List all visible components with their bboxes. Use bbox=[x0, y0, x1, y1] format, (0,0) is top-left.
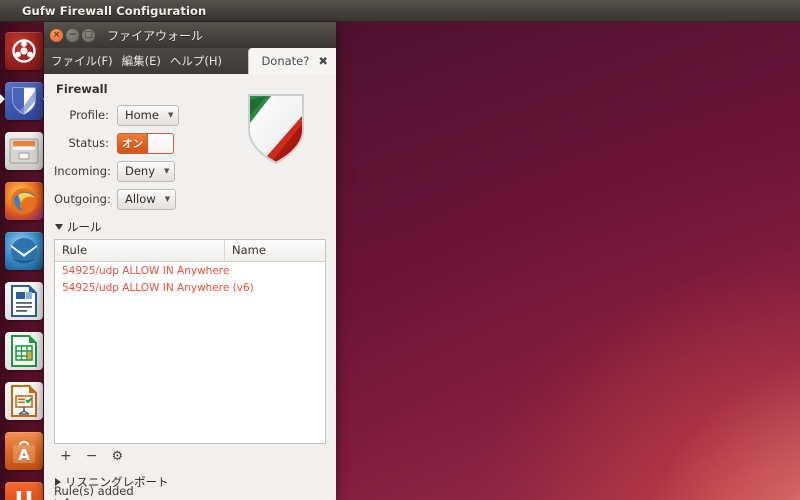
presentation-icon bbox=[5, 382, 43, 420]
svg-text:A: A bbox=[18, 446, 30, 464]
file-manager-icon bbox=[5, 132, 43, 170]
spreadsheet-icon bbox=[5, 332, 43, 370]
rules-table[interactable]: Rule Name 54925/udp ALLOW IN Anywhere 54… bbox=[54, 239, 326, 444]
window-maximize-button[interactable]: □ bbox=[82, 28, 95, 42]
donate-tab-label: Donate? bbox=[261, 54, 310, 68]
chevron-down-icon: ▼ bbox=[164, 195, 171, 203]
launcher-item-dash-home[interactable] bbox=[0, 26, 48, 76]
donate-tab[interactable]: Donate? ✖ bbox=[248, 48, 336, 74]
launcher-item-files[interactable] bbox=[0, 126, 48, 176]
launcher-item-impress[interactable] bbox=[0, 376, 48, 426]
profile-label: Profile: bbox=[69, 108, 109, 122]
global-menu-bar: Gufw Firewall Configuration bbox=[0, 0, 800, 22]
firefox-icon bbox=[5, 182, 43, 220]
table-row[interactable]: 54925/udp ALLOW IN Anywhere bbox=[55, 262, 325, 279]
column-header-name[interactable]: Name bbox=[225, 240, 325, 261]
rules-expander-label: ルール bbox=[67, 220, 102, 234]
thunderbird-icon bbox=[5, 232, 43, 270]
rule-cell: 54925/udp ALLOW IN Anywhere bbox=[62, 264, 230, 277]
global-app-title: Gufw Firewall Configuration bbox=[22, 3, 207, 18]
window-titlebar: × − □ ファイアウォール bbox=[44, 22, 336, 48]
outgoing-dropdown[interactable]: Allow ▼ bbox=[117, 188, 177, 210]
launcher-item-firefox[interactable] bbox=[0, 176, 48, 226]
rules-toolbar: + − ⚙ bbox=[54, 444, 326, 468]
launcher-item-software-center[interactable]: A bbox=[0, 426, 48, 476]
window-menubar: ファイル(F) 編集(E) ヘルプ(H) Donate? ✖ bbox=[44, 48, 336, 74]
gear-icon[interactable]: ⚙ bbox=[111, 450, 123, 463]
add-rule-icon[interactable]: + bbox=[60, 449, 72, 463]
launcher-item-ubuntu-one[interactable]: U bbox=[0, 476, 48, 500]
launcher-item-gufw[interactable] bbox=[0, 76, 48, 126]
window-content: Firewall Profile: Home ▼ Status: オン Inco… bbox=[44, 74, 336, 500]
menu-item-edit[interactable]: 編集(E) bbox=[122, 53, 161, 69]
close-icon[interactable]: ✖ bbox=[318, 54, 328, 68]
status-bar: Rule(s) added bbox=[54, 484, 134, 498]
incoming-value: Deny bbox=[125, 164, 156, 178]
launcher-item-calc[interactable] bbox=[0, 326, 48, 376]
menu-item-help[interactable]: ヘルプ(H) bbox=[170, 53, 222, 69]
remove-rule-icon[interactable]: − bbox=[86, 449, 98, 463]
outgoing-value: Allow bbox=[125, 192, 156, 206]
outgoing-label: Outgoing: bbox=[54, 192, 111, 206]
chevron-down-icon: ▼ bbox=[167, 111, 174, 119]
shield-icon bbox=[5, 82, 43, 120]
status-toggle[interactable]: オン bbox=[117, 132, 174, 154]
status-label: Status: bbox=[68, 136, 109, 150]
field-row-outgoing: Outgoing: Allow ▼ bbox=[54, 185, 326, 213]
chevron-down-icon: ▼ bbox=[164, 167, 170, 175]
gufw-window: × − □ ファイアウォール ファイル(F) 編集(E) ヘルプ(H) Dona… bbox=[44, 22, 336, 500]
window-title: ファイアウォール bbox=[107, 28, 204, 43]
u-letter-icon: U bbox=[5, 482, 43, 500]
menu-item-file[interactable]: ファイル(F) bbox=[51, 53, 113, 69]
profile-dropdown[interactable]: Home ▼ bbox=[117, 104, 180, 126]
launcher-item-thunderbird[interactable] bbox=[0, 226, 48, 276]
software-bag-icon: A bbox=[5, 432, 43, 470]
rule-cell: 54925/udp ALLOW IN Anywhere (v6) bbox=[62, 281, 254, 294]
incoming-dropdown[interactable]: Deny ▼ bbox=[117, 160, 176, 182]
rules-expander[interactable]: ルール bbox=[55, 219, 326, 235]
window-minimize-button[interactable]: − bbox=[66, 28, 79, 42]
triangle-down-icon bbox=[55, 224, 63, 230]
launcher-item-writer[interactable] bbox=[0, 276, 48, 326]
column-header-rule[interactable]: Rule bbox=[55, 240, 225, 261]
window-close-button[interactable]: × bbox=[50, 28, 63, 42]
table-row[interactable]: 54925/udp ALLOW IN Anywhere (v6) bbox=[55, 279, 325, 296]
incoming-label: Incoming: bbox=[54, 164, 111, 178]
document-icon bbox=[5, 282, 43, 320]
status-toggle-knob bbox=[147, 133, 173, 153]
status-toggle-value: オン bbox=[118, 133, 147, 153]
rules-table-header: Rule Name bbox=[55, 240, 325, 262]
gufw-shield-logo bbox=[244, 90, 308, 168]
profile-value: Home bbox=[125, 108, 159, 122]
ubuntu-logo-icon bbox=[5, 32, 43, 70]
unity-launcher: A U a bbox=[0, 22, 48, 500]
